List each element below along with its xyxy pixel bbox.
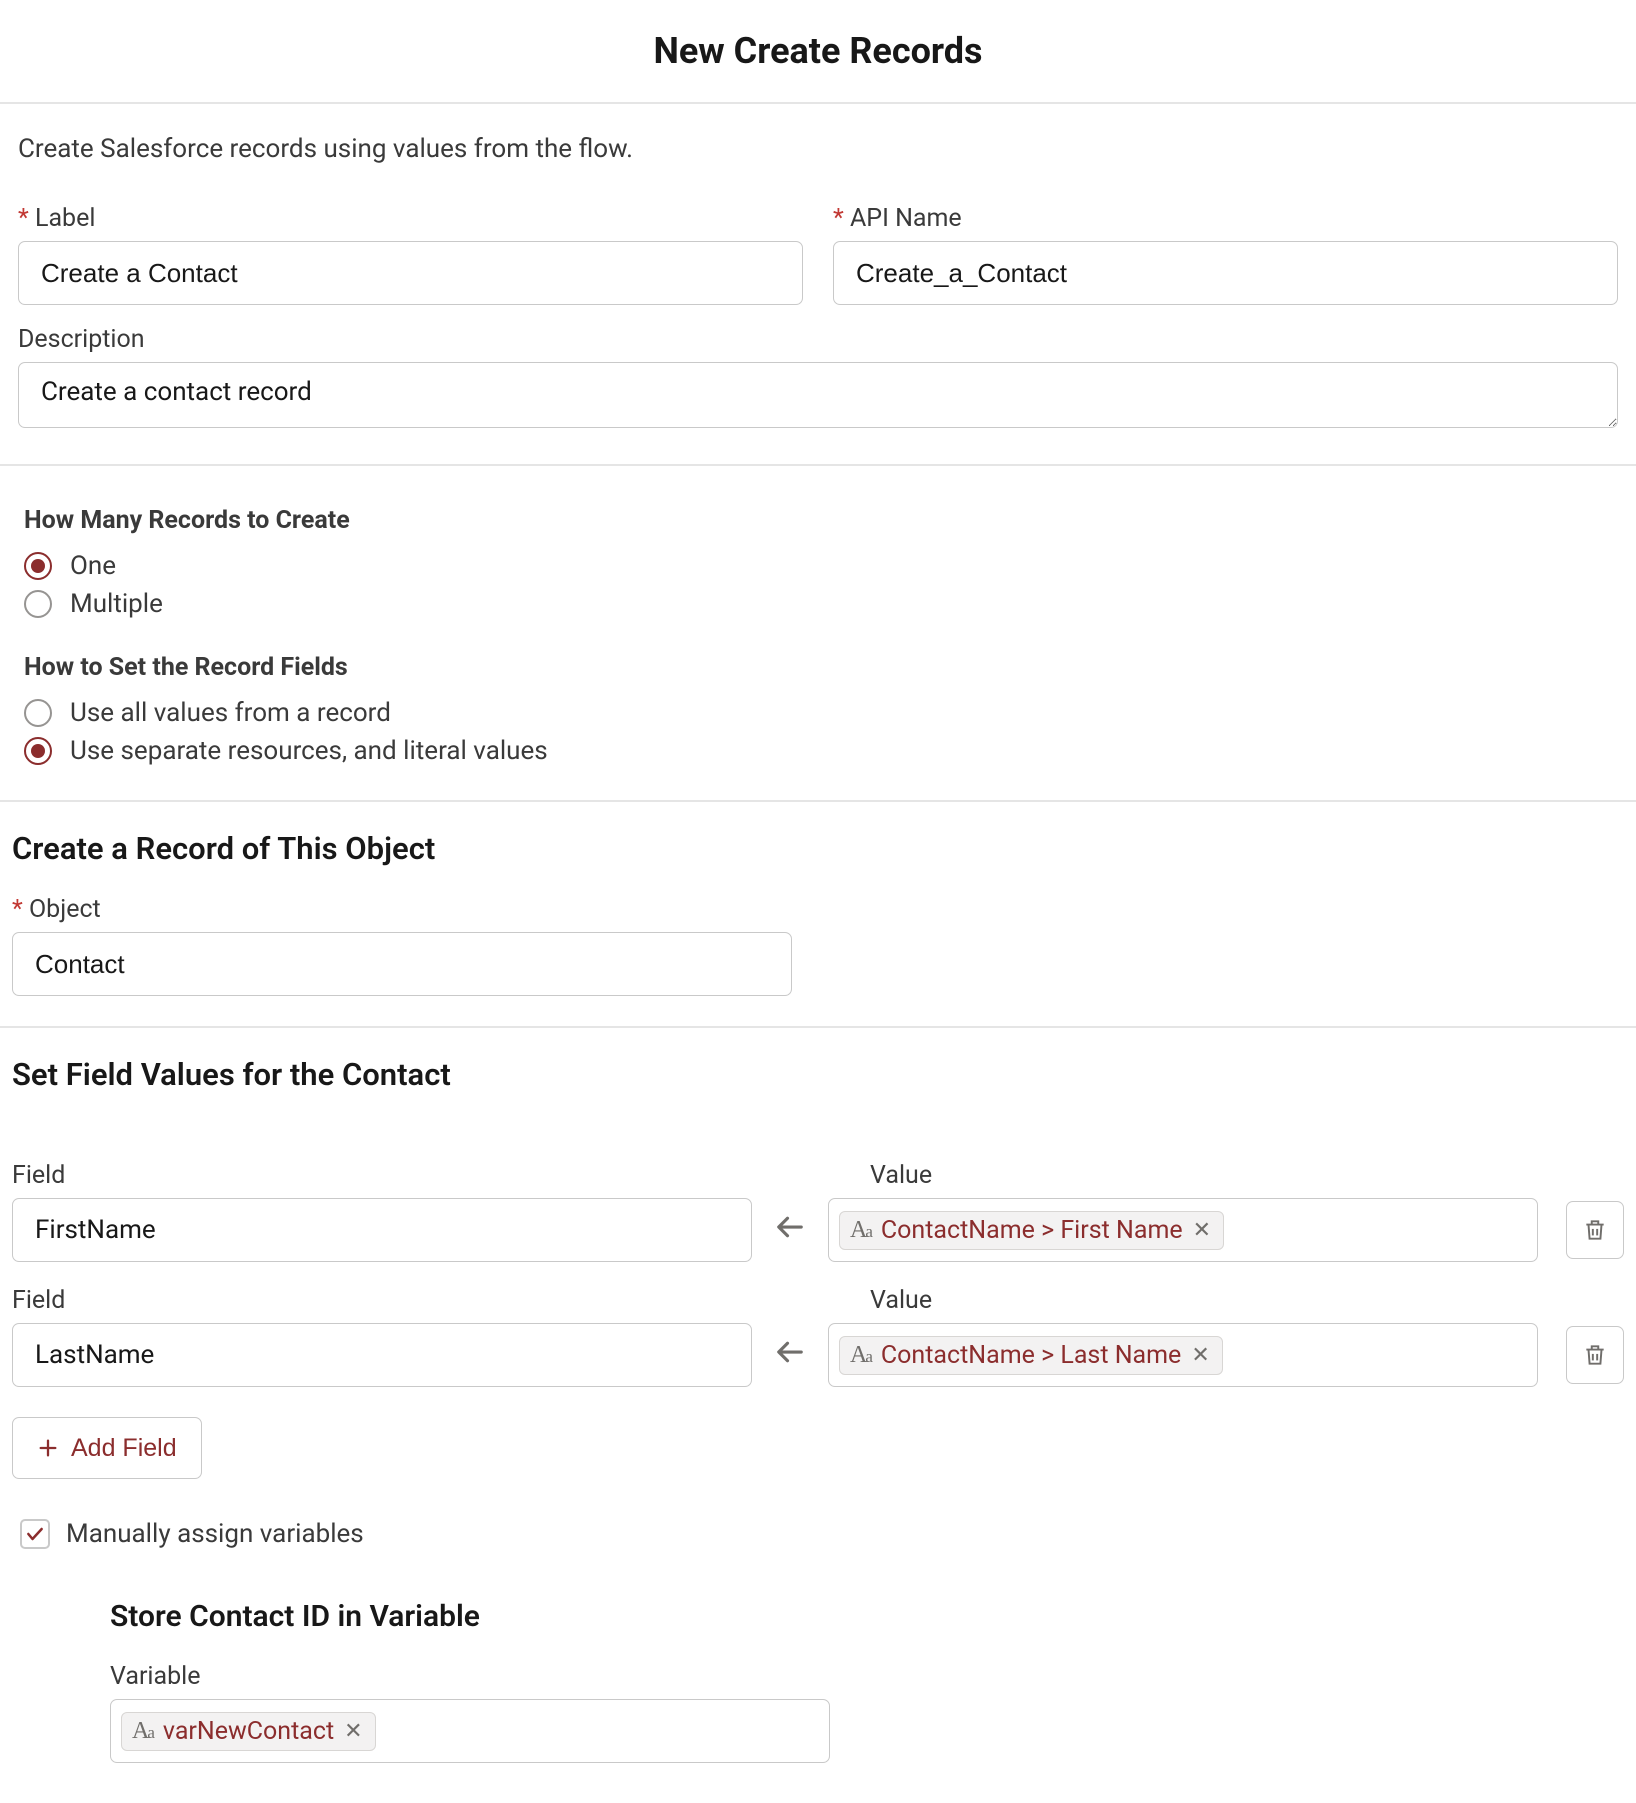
field-column-label: Field: [12, 1161, 752, 1190]
label-text: Label: [35, 204, 95, 233]
how-set-heading: How to Set the Record Fields: [24, 653, 1618, 682]
label-label: * Label: [18, 204, 803, 233]
arrow-left-icon: [770, 1212, 810, 1248]
radio-icon: [24, 552, 52, 580]
delete-row-button[interactable]: [1566, 1201, 1624, 1259]
radio-label: One: [70, 551, 116, 581]
field-value-input[interactable]: Aa ContactName > Last Name ✕: [828, 1323, 1538, 1387]
value-pill: Aa ContactName > First Name ✕: [839, 1211, 1224, 1250]
checkbox-icon: [20, 1519, 50, 1549]
variable-input[interactable]: Aa varNewContact ✕: [110, 1699, 830, 1763]
add-field-button[interactable]: Add Field: [12, 1417, 202, 1479]
required-asterisk: *: [12, 895, 23, 924]
radio-label: Multiple: [70, 589, 163, 619]
radio-label: Use separate resources, and literal valu…: [70, 736, 548, 766]
text-type-icon: Aa: [850, 1217, 871, 1244]
set-fields-heading: Set Field Values for the Contact: [0, 1028, 1636, 1121]
pill-text: ContactName > Last Name: [881, 1341, 1181, 1370]
pill-remove-icon[interactable]: ✕: [1193, 1218, 1211, 1243]
field-value-input[interactable]: Aa ContactName > First Name ✕: [828, 1198, 1538, 1262]
pill-text: varNewContact: [163, 1717, 334, 1746]
radio-icon: [24, 699, 52, 727]
pill-remove-icon[interactable]: ✕: [1191, 1343, 1209, 1368]
create-object-heading: Create a Record of This Object: [0, 802, 1636, 895]
radio-use-all-values[interactable]: Use all values from a record: [24, 694, 1618, 732]
radio-use-separate[interactable]: Use separate resources, and literal valu…: [24, 732, 1618, 770]
required-asterisk: *: [18, 204, 29, 233]
required-asterisk: *: [833, 204, 844, 233]
field-name-input[interactable]: FirstName: [12, 1198, 752, 1262]
how-many-heading: How Many Records to Create: [24, 506, 1618, 535]
value-column-label: Value: [870, 1286, 932, 1315]
object-label: * Object: [12, 895, 1618, 924]
field-column-label: Field: [12, 1286, 752, 1315]
field-name-input[interactable]: LastName: [12, 1323, 752, 1387]
api-name-label: * API Name: [833, 204, 1618, 233]
dialog-title: New Create Records: [0, 0, 1636, 102]
manual-assign-checkbox-row[interactable]: Manually assign variables: [0, 1479, 1636, 1569]
label-text: API Name: [850, 204, 962, 233]
radio-icon: [24, 590, 52, 618]
radio-label: Use all values from a record: [70, 698, 391, 728]
description-label: Description: [18, 325, 1618, 354]
pill-remove-icon[interactable]: ✕: [344, 1719, 362, 1744]
description-input[interactable]: [18, 362, 1618, 428]
pill-text: ContactName > First Name: [881, 1216, 1183, 1245]
label-input[interactable]: [18, 241, 803, 305]
store-id-heading: Store Contact ID in Variable: [110, 1599, 1636, 1634]
radio-multiple[interactable]: Multiple: [24, 585, 1618, 623]
radio-one[interactable]: One: [24, 547, 1618, 585]
radio-icon: [24, 737, 52, 765]
intro-text: Create Salesforce records using values f…: [0, 104, 1636, 174]
label-text: Object: [29, 895, 101, 924]
text-type-icon: Aa: [132, 1718, 153, 1745]
variable-label: Variable: [110, 1662, 1636, 1691]
variable-pill: Aa varNewContact ✕: [121, 1712, 376, 1751]
delete-row-button[interactable]: [1566, 1326, 1624, 1384]
add-field-label: Add Field: [71, 1434, 177, 1463]
checkbox-label: Manually assign variables: [66, 1519, 364, 1549]
text-type-icon: Aa: [850, 1342, 871, 1369]
value-column-label: Value: [870, 1161, 932, 1190]
arrow-left-icon: [770, 1337, 810, 1373]
value-pill: Aa ContactName > Last Name ✕: [839, 1336, 1223, 1375]
object-input[interactable]: [12, 932, 792, 996]
api-name-input[interactable]: [833, 241, 1618, 305]
